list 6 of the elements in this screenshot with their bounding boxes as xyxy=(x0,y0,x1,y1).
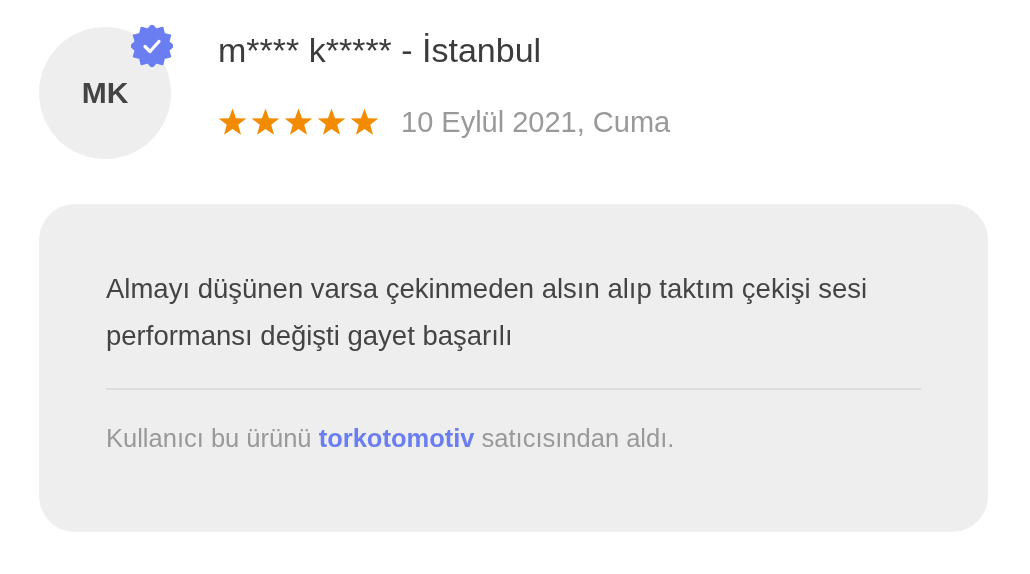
review-text: Almayı düşünen varsa çekinmeden alsın alıp taktım çekişi sesi performansı değişti gayet başarılı xyxy=(106,272,869,353)
seller-link[interactable]: torkotomotiv xyxy=(318,424,475,452)
reviewer-name: m**** k***** - İstanbul xyxy=(218,30,543,70)
avatar: MK xyxy=(39,27,171,159)
review-date: 10 Eylül 2021, Cuma xyxy=(401,105,671,139)
purchase-note: Kullanıcı bu ürünü torkotomotiv satıcısından aldı. xyxy=(106,423,676,453)
